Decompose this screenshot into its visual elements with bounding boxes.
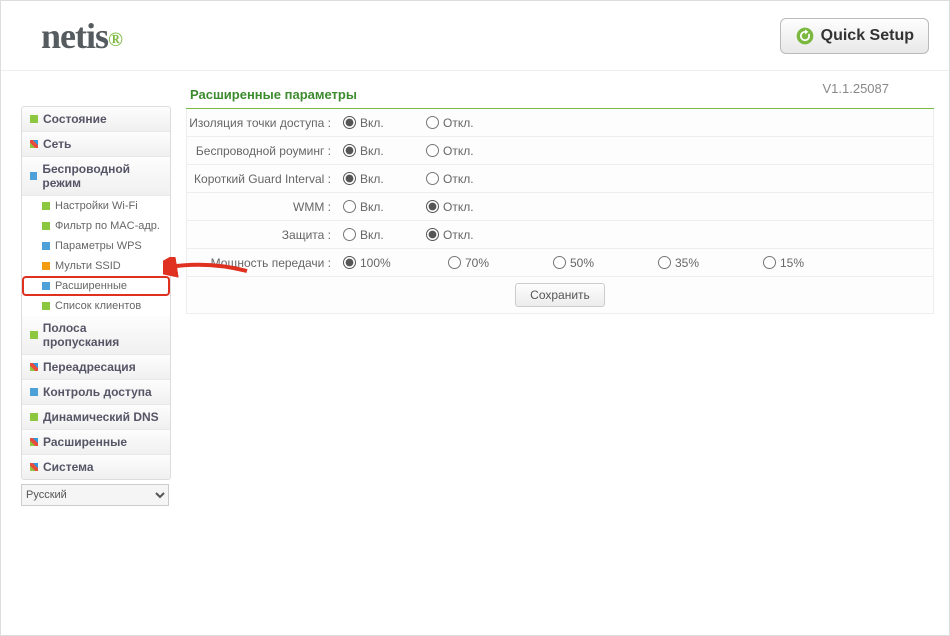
sidebar-item[interactable]: Система <box>22 455 170 479</box>
radio-power[interactable]: 70% <box>448 256 513 270</box>
field-label: Защита : <box>187 228 337 242</box>
sidebar-item[interactable]: Сеть <box>22 132 170 157</box>
save-button[interactable]: Сохранить <box>515 283 605 307</box>
submenu-label: Мульти SSID <box>55 260 121 272</box>
sidebar-item[interactable]: Расширенные <box>22 430 170 455</box>
menu-label: Расширенные <box>43 435 127 449</box>
submenu-label: Настройки Wi-Fi <box>55 200 138 212</box>
field-label: Мощность передачи : <box>187 256 337 270</box>
language-select[interactable]: Русский <box>21 484 169 506</box>
sidebar-item[interactable]: Состояние <box>22 107 170 132</box>
brand-logo: netis® <box>41 15 122 57</box>
menu-icon <box>30 172 37 180</box>
menu-label: Беспроводной режим <box>42 162 162 190</box>
radio-power[interactable]: 100% <box>343 256 408 270</box>
sidebar-subitem[interactable]: Фильтр по MAC-адр. <box>22 216 170 236</box>
radio-off[interactable]: Откл. <box>426 200 491 214</box>
menu-label: Система <box>43 460 94 474</box>
field-label: WMM : <box>187 200 337 214</box>
sidebar-subitem[interactable]: Расширенные <box>22 276 170 296</box>
menu-icon <box>30 463 38 471</box>
menu-icon <box>30 331 38 339</box>
radio-off[interactable]: Откл. <box>426 172 491 186</box>
menu-label: Динамический DNS <box>43 410 159 424</box>
radio-off[interactable]: Откл. <box>426 116 491 130</box>
radio-power[interactable]: 15% <box>763 256 828 270</box>
sidebar-subitem[interactable]: Настройки Wi-Fi <box>22 196 170 216</box>
sidebar-item[interactable]: Полоса пропускания <box>22 316 170 355</box>
field-label: Изоляция точки доступа : <box>187 116 337 130</box>
radio-on[interactable]: Вкл. <box>343 200 408 214</box>
menu-label: Контроль доступа <box>43 385 152 399</box>
quick-setup-button[interactable]: Quick Setup <box>780 18 929 54</box>
sidebar-item[interactable]: Контроль доступа <box>22 380 170 405</box>
version-text: V1.1.25087 <box>822 81 889 96</box>
field-label: Беспроводной роуминг : <box>187 144 337 158</box>
submenu-label: Параметры WPS <box>55 240 142 252</box>
content-panel: Расширенные параметры Изоляция точки дос… <box>171 71 949 635</box>
menu-icon <box>30 363 38 371</box>
sidebar-item[interactable]: Переадресация <box>22 355 170 380</box>
menu-label: Состояние <box>43 112 107 126</box>
field-label: Короткий Guard Interval : <box>187 172 337 186</box>
sidebar-item[interactable]: Динамический DNS <box>22 405 170 430</box>
sidebar-item[interactable]: Беспроводной режим <box>22 157 170 196</box>
sidebar: Состояние Сеть Беспроводной режим Настройки… <box>1 71 171 635</box>
submenu-label: Список клиентов <box>55 300 141 312</box>
submenu-label: Расширенные <box>55 280 127 292</box>
menu-icon <box>30 438 38 446</box>
menu-icon <box>42 242 50 250</box>
submenu-label: Фильтр по MAC-адр. <box>55 220 160 232</box>
menu-icon <box>30 388 38 396</box>
menu-icon <box>42 282 50 290</box>
menu-icon <box>42 222 50 230</box>
refresh-icon <box>795 26 815 46</box>
radio-on[interactable]: Вкл. <box>343 228 408 242</box>
radio-power[interactable]: 50% <box>553 256 618 270</box>
radio-on[interactable]: Вкл. <box>343 144 408 158</box>
radio-off[interactable]: Откл. <box>426 144 491 158</box>
sidebar-subitem[interactable]: Список клиентов <box>22 296 170 316</box>
menu-icon <box>42 302 50 310</box>
menu-icon <box>42 262 50 270</box>
sidebar-subitem[interactable]: Мульти SSID <box>22 256 170 276</box>
menu-icon <box>30 413 38 421</box>
menu-label: Сеть <box>43 137 71 151</box>
menu-label: Полоса пропускания <box>43 321 162 349</box>
radio-on[interactable]: Вкл. <box>343 172 408 186</box>
menu-icon <box>30 140 38 148</box>
radio-off[interactable]: Откл. <box>426 228 491 242</box>
menu-label: Переадресация <box>43 360 136 374</box>
menu-icon <box>42 202 50 210</box>
menu-icon <box>30 115 38 123</box>
radio-on[interactable]: Вкл. <box>343 116 408 130</box>
sidebar-subitem[interactable]: Параметры WPS <box>22 236 170 256</box>
radio-power[interactable]: 35% <box>658 256 723 270</box>
